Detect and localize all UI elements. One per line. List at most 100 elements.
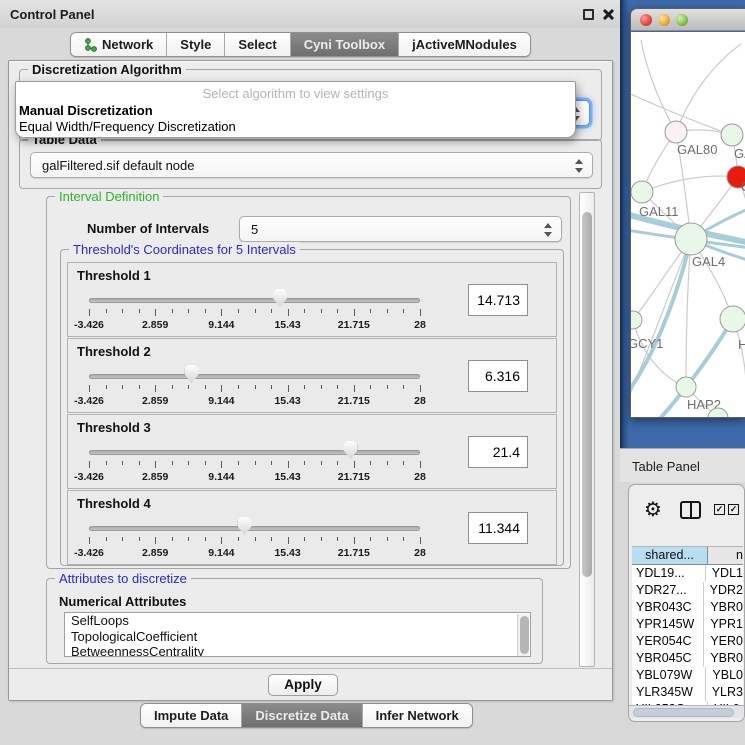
column-header-shared[interactable]: shared... (632, 547, 708, 564)
table-cell[interactable]: YBL0 (706, 667, 743, 684)
slider-track[interactable] (89, 526, 420, 531)
tab-network[interactable]: Network (71, 33, 167, 56)
table-cell[interactable]: YBR045C (632, 650, 704, 667)
network-edge[interactable] (641, 40, 676, 132)
dropdown-option-manual[interactable]: Manual Discretization (19, 103, 153, 118)
table-cell[interactable]: YBL079W (632, 667, 706, 684)
table-row[interactable]: YLR345WYLR3 (632, 684, 743, 701)
slider-handle[interactable] (273, 289, 287, 307)
slider-handle[interactable] (343, 441, 357, 459)
slider[interactable]: -3.4262.8599.14415.4321.71528 (68, 515, 463, 565)
table-cell[interactable]: YPR1 (704, 616, 743, 633)
table-cell[interactable]: YBR0 (704, 599, 743, 616)
table-cell[interactable]: YPR145W (632, 616, 704, 633)
tab-select[interactable]: Select (225, 33, 290, 56)
table-cell[interactable]: YDL19... (632, 565, 706, 582)
table-cell[interactable]: YBR0 (704, 650, 743, 667)
table-cell[interactable]: YLR3 (706, 684, 743, 701)
table-hscrollbar[interactable] (629, 705, 744, 718)
tab-style[interactable]: Style (167, 33, 225, 56)
apply-button[interactable]: Apply (268, 674, 338, 696)
list-scrollbar[interactable] (517, 614, 529, 657)
node-label: GAL80 (677, 142, 717, 157)
slider-tick (271, 385, 272, 389)
tab-cyni-toolbox[interactable]: Cyni Toolbox (291, 33, 399, 56)
network-node[interactable] (631, 311, 642, 329)
attribute-item[interactable]: TopologicalCoefficient (65, 629, 530, 645)
group-title: Interval Definition (55, 191, 163, 204)
network-node[interactable] (631, 181, 653, 203)
network-node[interactable] (675, 223, 707, 255)
node-label: C (741, 179, 745, 194)
slider[interactable]: -3.4262.8599.14415.4321.71528 (68, 363, 463, 413)
combo-value: galFiltered.sif default node (42, 158, 194, 173)
network-node[interactable] (721, 124, 743, 146)
threshold-value-field[interactable]: 21.4 (468, 436, 528, 468)
attribute-item[interactable]: BetweennessCentrality (65, 644, 530, 657)
number-of-intervals-combobox[interactable]: 5 (239, 216, 562, 242)
network-canvas[interactable]: GAL80GACGAL11GAL4GCY1HHAP2 (631, 32, 745, 418)
numerical-attributes-list[interactable]: SelfLoopsTopologicalCoefficientBetweenne… (64, 612, 531, 657)
column-header-name[interactable]: n (708, 547, 743, 564)
checkbox-icon[interactable]: ✓ (714, 504, 725, 515)
tab-discretize-data[interactable]: Discretize Data (242, 704, 362, 727)
scrollbar-thumb[interactable] (520, 616, 529, 654)
slider-scale-label: 15.43 (274, 395, 300, 407)
threshold-value-field[interactable]: 14.713 (468, 284, 528, 316)
table-row[interactable]: YBR043CYBR0 (632, 599, 743, 616)
slider-handle[interactable] (185, 365, 199, 383)
float-window-icon[interactable] (583, 9, 594, 20)
network-node[interactable] (676, 377, 696, 397)
scrollbar-thumb[interactable] (582, 212, 592, 577)
table-row[interactable]: YBL079WYBL0 (632, 667, 743, 684)
table-cell[interactable]: YLR345W (632, 684, 706, 701)
table-row[interactable]: YBR045CYBR0 (632, 650, 743, 667)
node-label: GAL4 (692, 254, 725, 269)
tab-infer-network[interactable]: Infer Network (363, 704, 472, 727)
table-row[interactable]: YDR27...YDR2 (632, 582, 743, 599)
node-table: shared... n YDL19...YDL1YDR27...YDR2YBR0… (632, 546, 743, 705)
slider[interactable]: -3.4262.8599.14415.4321.71528 (68, 439, 463, 489)
table-cell[interactable]: YDR27... (632, 582, 704, 599)
slider-tick (337, 309, 338, 313)
table-cell[interactable]: YDL1 (706, 565, 743, 582)
threshold-value-field[interactable]: 6.316 (468, 360, 528, 392)
slider-track[interactable] (89, 450, 420, 455)
table-data-combobox[interactable]: galFiltered.sif default node (30, 152, 593, 178)
tab-impute-data[interactable]: Impute Data (141, 704, 242, 727)
checkbox-icon[interactable]: ✓ (728, 504, 739, 515)
table-cell[interactable]: YER054C (632, 633, 704, 650)
table-cell[interactable]: YDR2 (704, 582, 743, 599)
column-layout-icon[interactable] (680, 501, 701, 519)
tab-jactivemnodules[interactable]: jActiveMNodules (399, 33, 530, 56)
slider[interactable]: -3.4262.8599.14415.4321.71528 (68, 287, 463, 337)
network-edge[interactable] (676, 44, 741, 132)
attribute-item[interactable]: SelfLoops (65, 613, 530, 629)
dropdown-option-equal-width[interactable]: Equal Width/Frequency Discretization (19, 119, 236, 134)
threshold-value-field[interactable]: 11.344 (468, 512, 528, 544)
slider-tick (304, 461, 305, 465)
slider-handle[interactable] (238, 517, 252, 535)
table-row[interactable]: YPR145WYPR1 (632, 616, 743, 633)
slider-tick (420, 385, 421, 392)
gear-icon[interactable]: ⚙ (644, 499, 662, 519)
table-header-row: shared... n (632, 547, 743, 565)
zoom-traffic-icon[interactable] (676, 14, 688, 26)
slider-tick (304, 309, 305, 313)
table-cell[interactable]: YER0 (704, 633, 743, 650)
tab-label: Select (238, 37, 276, 52)
settings-scrollbar[interactable] (579, 192, 595, 667)
close-icon[interactable] (601, 8, 614, 21)
slider-track[interactable] (89, 298, 420, 303)
network-node[interactable] (665, 121, 687, 143)
minimize-traffic-icon[interactable] (658, 14, 670, 26)
slider-tick (271, 537, 272, 541)
close-traffic-icon[interactable] (640, 14, 652, 26)
table-row[interactable]: YDL19...YDL1 (632, 565, 743, 582)
slider-track[interactable] (89, 374, 420, 379)
scrollbar-thumb[interactable] (633, 708, 734, 717)
table-cell[interactable]: YBR043C (632, 599, 704, 616)
table-row[interactable]: YER054CYER0 (632, 633, 743, 650)
network-node[interactable] (720, 306, 745, 332)
network-edge[interactable] (642, 176, 738, 192)
